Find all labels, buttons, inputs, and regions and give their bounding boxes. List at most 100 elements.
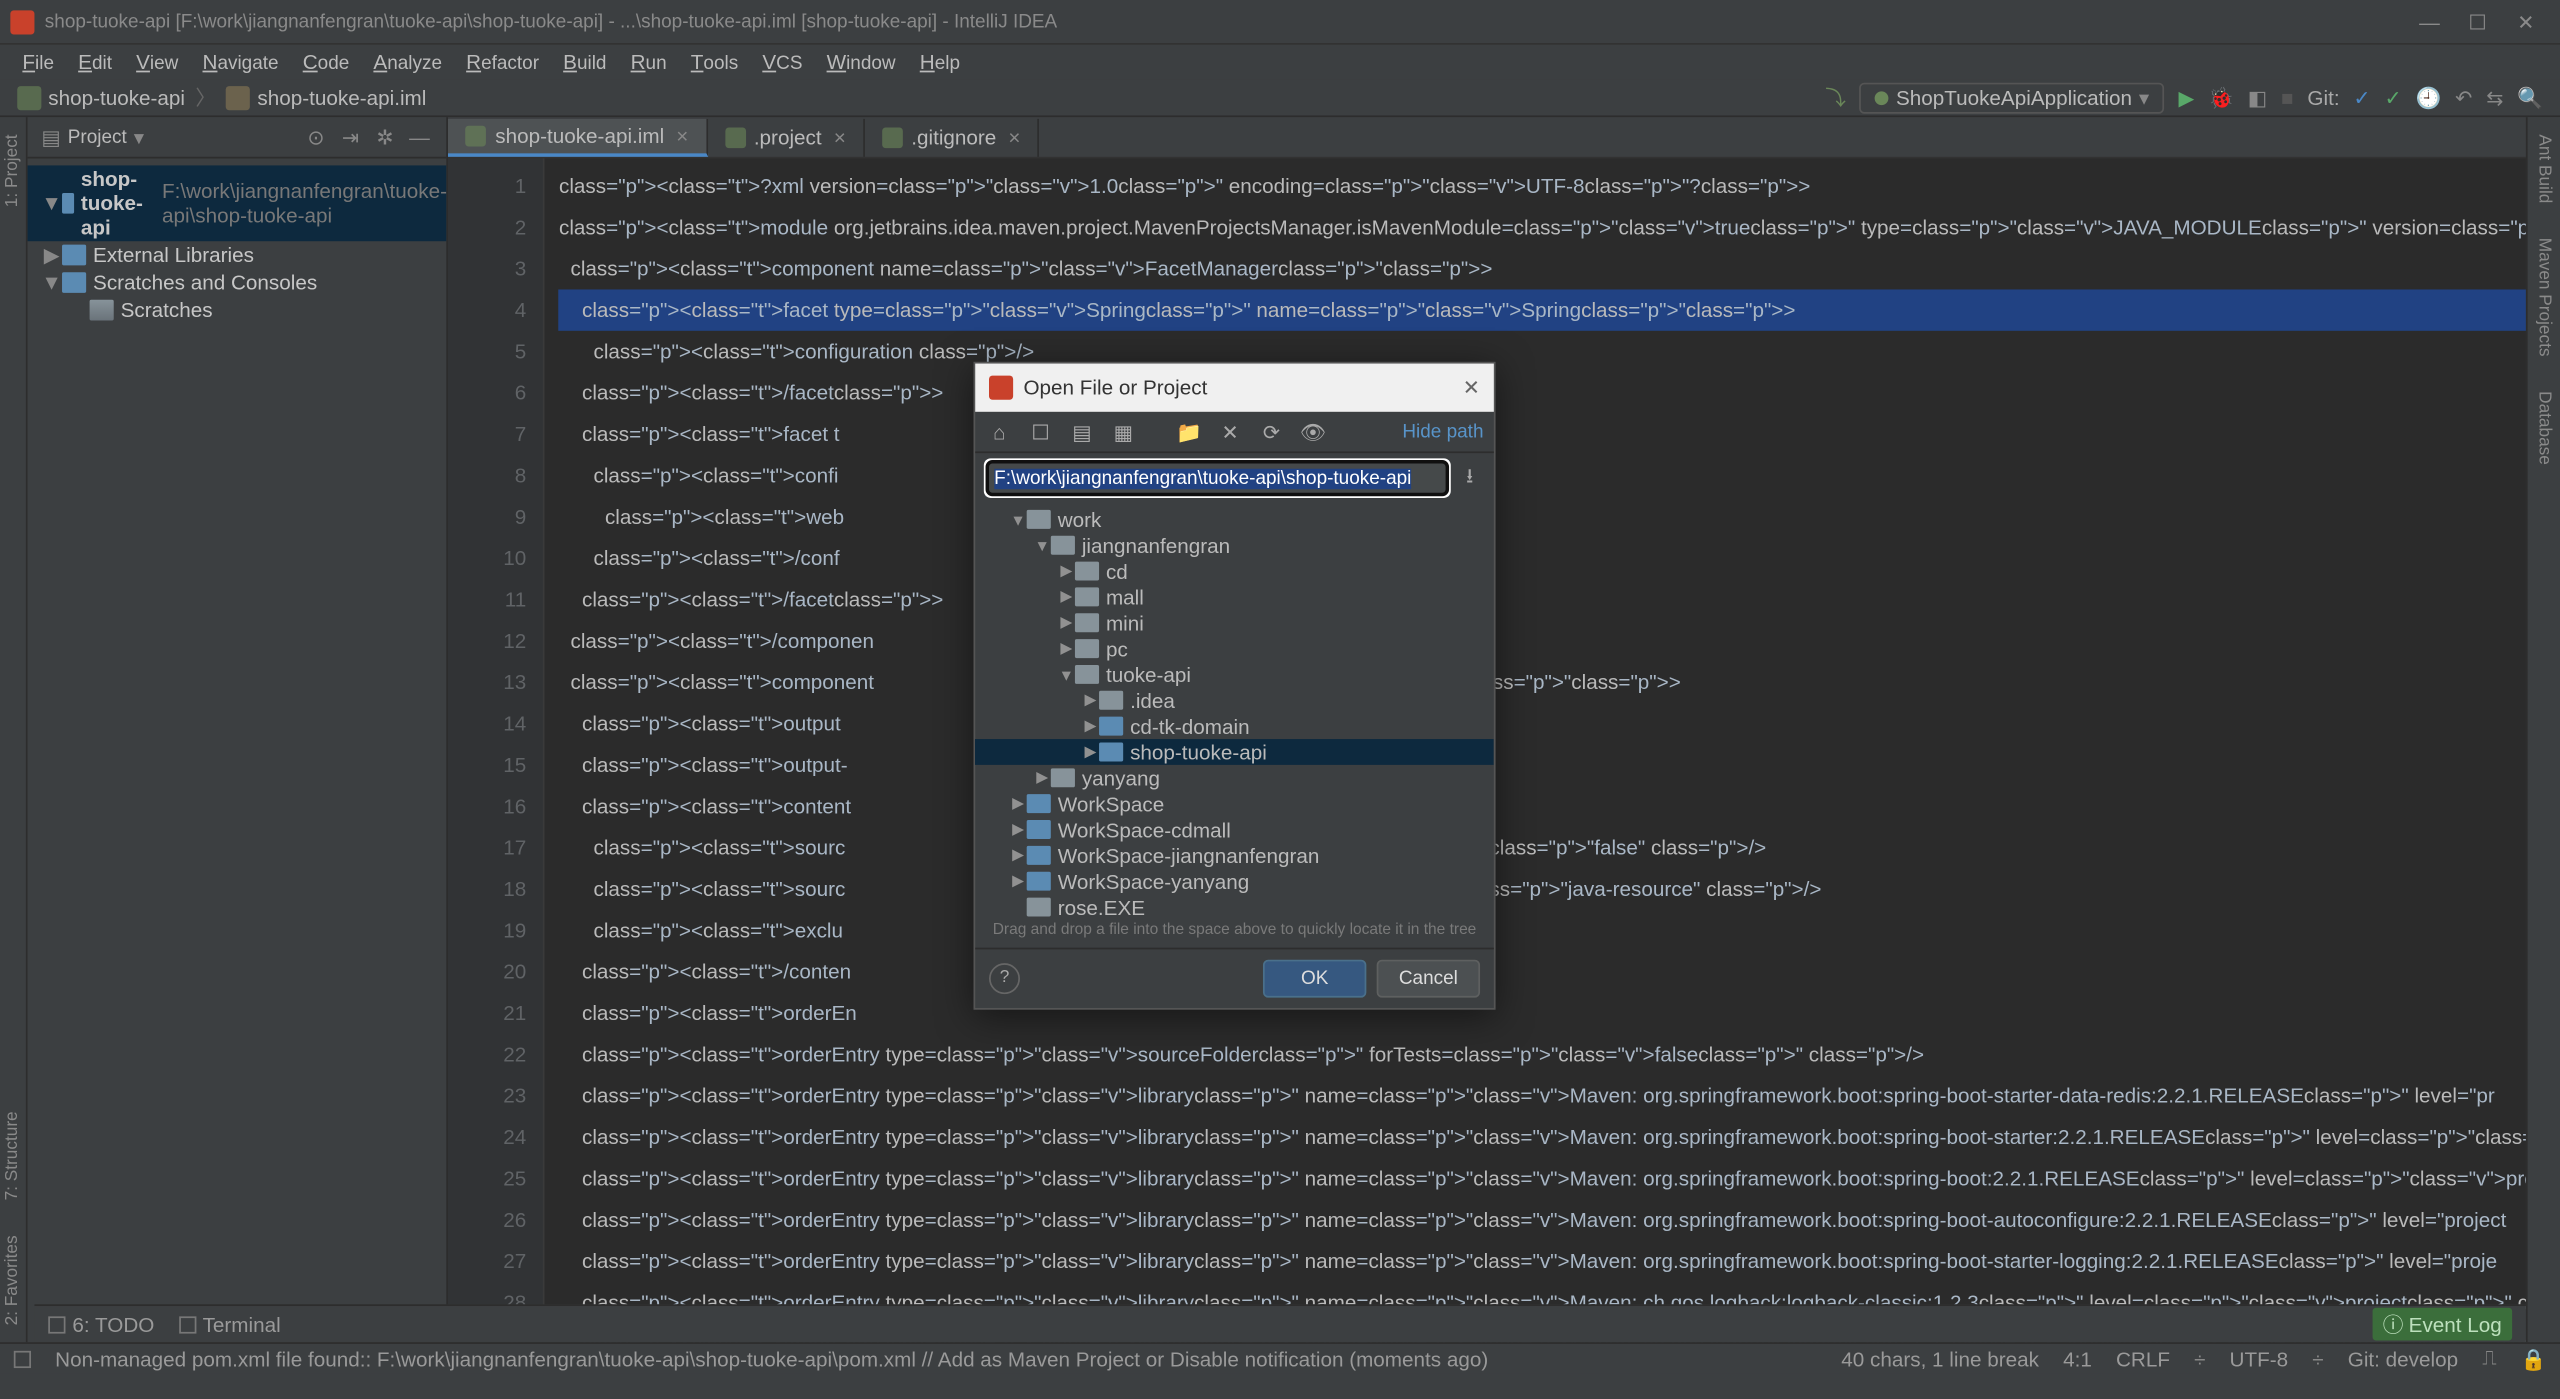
code-line[interactable]: class="p"><class="t">/conten — [559, 951, 2560, 992]
tree-toggle-icon[interactable]: ▶ — [1010, 846, 1027, 865]
dialog-tree-node[interactable]: rose.EXE — [975, 894, 1494, 916]
menu-item-refactor[interactable]: Refactor — [454, 47, 551, 78]
status-caret-pos[interactable]: 4:1 — [2063, 1347, 2092, 1371]
tree-toggle-icon[interactable]: ▶ — [1082, 717, 1099, 736]
tool-tab-favorites[interactable]: 2: Favorites — [0, 1218, 26, 1342]
debug-button[interactable]: 🐞 — [2201, 85, 2241, 109]
status-encoding[interactable]: UTF-8 — [2230, 1347, 2289, 1371]
tree-toggle-icon[interactable]: ▶ — [1058, 562, 1075, 581]
maximize-button[interactable]: ☐ — [2454, 4, 2502, 38]
code-line[interactable]: class="p"><class="t">module org.jetbrain… — [559, 207, 2560, 248]
editor-tab[interactable]: shop-tuoke-api.iml× — [449, 119, 708, 157]
menu-item-code[interactable]: Code — [291, 47, 362, 78]
code-line[interactable]: class="p"><class="t">orderEntry type=cla… — [559, 1158, 2560, 1199]
close-tab-icon[interactable]: × — [1008, 126, 1020, 150]
code-line[interactable]: class="p"><class="t">output- est-classes… — [559, 744, 2560, 785]
menu-item-analyze[interactable]: Analyze — [361, 47, 454, 78]
tree-toggle-icon[interactable]: ▼ — [1034, 537, 1051, 554]
dialog-tree-node[interactable]: ▶yanyang — [975, 765, 1494, 791]
close-tab-icon[interactable]: × — [834, 126, 846, 150]
code-line[interactable]: class="p"><class="t">component LEVEL=cla… — [559, 662, 2560, 703]
dialog-tree-node[interactable]: ▼tuoke-api — [975, 662, 1494, 688]
menu-item-edit[interactable]: Edit — [66, 47, 124, 78]
run-config-dropdown[interactable]: ShopTuokeApiApplication ▾ — [1860, 82, 2165, 113]
menu-item-tools[interactable]: Tools — [679, 47, 751, 78]
tree-toggle-icon[interactable]: ▶ — [41, 243, 62, 267]
path-input[interactable] — [986, 460, 1449, 496]
tree-toggle-icon[interactable]: ▶ — [1058, 639, 1075, 658]
tool-tab-ant[interactable]: Ant Build — [2531, 117, 2557, 220]
tree-toggle-icon[interactable]: ▼ — [41, 191, 61, 215]
vcs-revert-button[interactable]: ↶ — [2448, 85, 2479, 109]
dialog-close-button[interactable]: ✕ — [1463, 376, 1480, 400]
readonly-lock-icon[interactable]: 🔒 — [2521, 1347, 2547, 1371]
code-line[interactable]: class="p"><class="t">component name=clas… — [559, 248, 2560, 289]
dialog-tree-node[interactable]: ▼work — [975, 507, 1494, 533]
menu-item-vcs[interactable]: VCS — [750, 47, 814, 78]
desktop-icon[interactable]: ☐ — [1027, 420, 1055, 444]
code-line[interactable]: class="p"><class="t">confi — [559, 455, 2560, 496]
hide-icon[interactable]: — — [406, 125, 434, 149]
vcs-history-button[interactable]: 🕘 — [2409, 85, 2449, 109]
code-line[interactable]: class="p"><class="t">/facetclass="p">> — [559, 372, 2560, 413]
menu-item-window[interactable]: Window — [815, 47, 908, 78]
code-line[interactable]: class="p"><class="t">web — [559, 496, 2560, 537]
build-icon[interactable]: ⤵ — [1818, 83, 1852, 112]
tree-toggle-icon[interactable]: ▼ — [41, 271, 62, 295]
tool-tab-maven[interactable]: Maven Projects — [2531, 221, 2557, 374]
code-line[interactable]: class="p"><class="t">facet t — [559, 414, 2560, 455]
dialog-tree-node[interactable]: ▶WorkSpace-yanyang — [975, 868, 1494, 894]
collapse-icon[interactable]: ⇥ — [337, 125, 365, 149]
dialog-tree-node[interactable]: ▶WorkSpace — [975, 791, 1494, 817]
tree-toggle-icon[interactable]: ▶ — [1082, 691, 1099, 710]
project-tree[interactable]: ▼shop-tuoke-apiF:\work\jiangnanfengran\t… — [28, 159, 447, 331]
new-folder-icon[interactable]: 📁 — [1175, 420, 1203, 444]
dialog-tree-node[interactable]: ▶.idea — [975, 687, 1494, 713]
cancel-button[interactable]: Cancel — [1377, 960, 1480, 998]
dialog-tree-node[interactable]: ▼jiangnanfengran — [975, 532, 1494, 558]
close-button[interactable]: ✕ — [2502, 4, 2550, 38]
bottom-tab-todo[interactable]: 6: TODO — [48, 1312, 154, 1336]
dialog-tree-node[interactable]: ▶WorkSpace-cdmall — [975, 817, 1494, 843]
bottom-tab-terminal[interactable]: Terminal — [178, 1312, 280, 1336]
event-log-button[interactable]: ⓘEvent Log — [2372, 1308, 2512, 1341]
editor-tab[interactable]: .gitignore× — [865, 119, 1040, 157]
hide-path-link[interactable]: Hide path — [1402, 421, 1483, 442]
dialog-tree-node[interactable]: ▶mini — [975, 610, 1494, 636]
stop-button[interactable]: ■ — [2274, 85, 2300, 109]
tool-tab-database[interactable]: Database — [2531, 374, 2557, 482]
dialog-file-tree[interactable]: ▼work▼jiangnanfengran▶cd▶mall▶mini▶pc▼tu… — [975, 503, 1494, 917]
project-tree-node[interactable]: ▶External Libraries — [28, 241, 447, 269]
code-line[interactable]: class="p"><class="t">?xml version=class=… — [559, 165, 2560, 206]
menu-item-file[interactable]: File — [10, 47, 66, 78]
editor-code[interactable]: class="p"><class="t">?xml version=class=… — [545, 159, 2560, 1343]
code-line[interactable]: class="p"><class="t">output s" class="p"… — [559, 703, 2560, 744]
breadcrumb-root[interactable]: shop-tuoke-api — [10, 85, 192, 109]
code-line[interactable]: class="p"><class="t">orderEntry type=cla… — [559, 1075, 2560, 1116]
refresh-icon[interactable]: ⟳ — [1258, 420, 1286, 444]
tree-toggle-icon[interactable]: ▼ — [1010, 511, 1027, 528]
code-line[interactable]: class="p"><class="t">/conf — [559, 538, 2560, 579]
help-button[interactable]: ? — [989, 963, 1020, 994]
chevron-down-icon[interactable]: ▾ — [134, 125, 144, 149]
show-hidden-icon[interactable]: 👁 — [1299, 420, 1327, 444]
menu-item-run[interactable]: Run — [619, 47, 679, 78]
vcs-commit-button[interactable]: ✓ — [2378, 85, 2409, 109]
code-line[interactable]: class="p"><class="t">orderEntry type=cla… — [559, 1034, 2560, 1075]
minimize-button[interactable]: — — [2405, 4, 2453, 38]
tree-toggle-icon[interactable]: ▶ — [1010, 872, 1027, 891]
tree-toggle-icon[interactable]: ▼ — [1058, 666, 1075, 683]
settings-icon[interactable]: ✲ — [371, 125, 399, 149]
home-icon[interactable]: ⌂ — [986, 420, 1014, 444]
code-line[interactable]: class="p"><class="t">sourc ain/javaclass… — [559, 827, 2560, 868]
code-line[interactable]: class="p"><class="t">facet type=class="p… — [559, 289, 2560, 330]
dialog-tree-node[interactable]: ▶pc — [975, 636, 1494, 662]
locate-icon[interactable]: ⊙ — [302, 125, 330, 149]
tree-toggle-icon[interactable]: ▶ — [1010, 820, 1027, 839]
code-line[interactable]: class="p"><class="t">/componen — [559, 620, 2560, 661]
dialog-tree-node[interactable]: ▶cd-tk-domain — [975, 713, 1494, 739]
project-root-icon[interactable]: ▤ — [1068, 420, 1096, 444]
project-tree-node[interactable]: ▼Scratches and Consoles — [28, 269, 447, 297]
dropdown-icon[interactable]: ⭳ — [1456, 460, 1484, 496]
tree-toggle-icon[interactable]: ▶ — [1058, 588, 1075, 607]
